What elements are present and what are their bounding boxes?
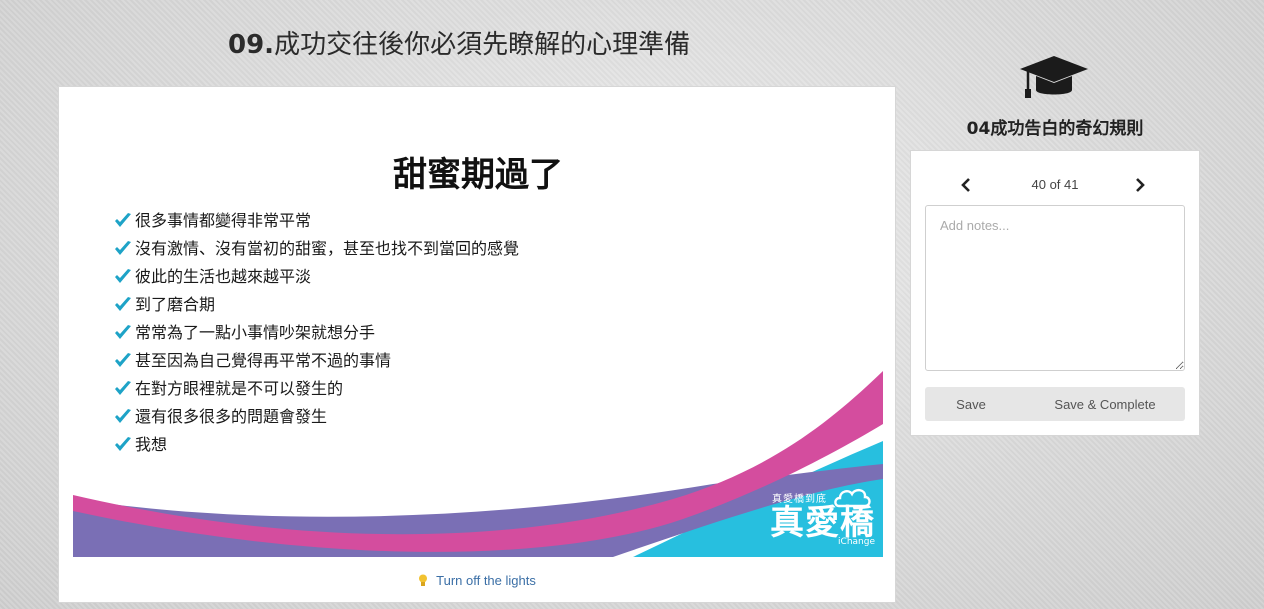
check-icon: [115, 241, 131, 255]
lesson-title: 09.成功交往後你必須先瞭解的心理準備: [228, 24, 848, 61]
pager-count: 40 of 41: [1031, 177, 1079, 192]
chevron-right-icon[interactable]: [1133, 177, 1147, 193]
check-icon: [115, 353, 131, 367]
list-item: 常常為了一點小事情吵架就想分手: [113, 319, 519, 347]
turn-off-lights-link[interactable]: Turn off the lights: [59, 573, 895, 588]
lesson-pager: 40 of 41: [911, 175, 1199, 195]
slide-player: 甜蜜期過了 很多事情都變得非常平常 沒有激情、沒有當初的甜蜜，甚至也找不到當回的…: [58, 86, 896, 603]
slide-bullet-list: 很多事情都變得非常平常 沒有激情、沒有當初的甜蜜，甚至也找不到當回的感覺 彼此的…: [113, 207, 519, 459]
lesson-number: 09.: [228, 30, 275, 60]
check-icon: [115, 381, 131, 395]
check-icon: [115, 437, 131, 451]
graduation-cap-icon: [1020, 56, 1088, 98]
course-name: 04成功告白的奇幻規則: [966, 119, 1144, 139]
list-item: 彼此的生活也越來越平淡: [113, 263, 519, 291]
save-complete-button[interactable]: Save & Complete: [1025, 387, 1185, 421]
check-icon: [115, 325, 131, 339]
list-item: 沒有激情、沒有當初的甜蜜，甚至也找不到當回的感覺: [113, 235, 519, 263]
check-icon: [115, 269, 131, 283]
slide: 甜蜜期過了 很多事情都變得非常平常 沒有激情、沒有當初的甜蜜，甚至也找不到當回的…: [73, 99, 883, 557]
list-item: 我想: [113, 431, 519, 459]
list-item: 甚至因為自己覺得再平常不過的事情: [113, 347, 519, 375]
save-button[interactable]: Save: [925, 387, 1017, 421]
check-icon: [115, 297, 131, 311]
list-item: 在對方眼裡就是不可以發生的: [113, 375, 519, 403]
list-item: 還有很多很多的問題會發生: [113, 403, 519, 431]
notes-textarea[interactable]: [925, 205, 1185, 371]
turn-off-lights-label: Turn off the lights: [436, 573, 536, 588]
brand-logo: 真愛橋到底 真愛橋 iChange: [770, 489, 875, 547]
lightbulb-icon: [419, 574, 428, 586]
cloud-logo-icon: [834, 489, 871, 508]
list-item: 到了磨合期: [113, 291, 519, 319]
list-item: 很多事情都變得非常平常: [113, 207, 519, 235]
brand-name: 真愛橋: [770, 503, 875, 543]
notes-panel: 40 of 41 Save Save & Complete: [910, 150, 1200, 436]
notes-button-group: Save Save & Complete: [925, 387, 1185, 421]
check-icon: [115, 213, 131, 227]
lesson-title-text: 成功交往後你必須先瞭解的心理準備: [274, 30, 691, 60]
check-icon: [115, 409, 131, 423]
